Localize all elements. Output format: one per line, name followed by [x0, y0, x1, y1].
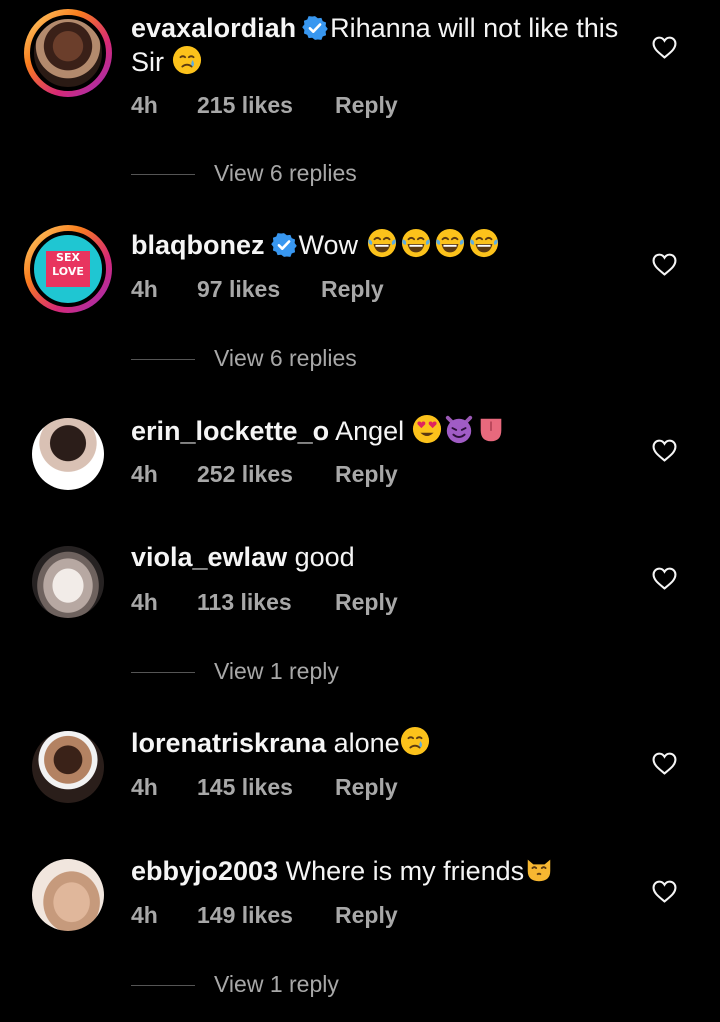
tears-of-joy-emoji-icon: [434, 228, 466, 258]
like-heart-icon[interactable]: [652, 253, 677, 276]
tears-of-joy-emoji-icon: [468, 228, 500, 258]
username[interactable]: erin_lockette_o: [131, 416, 329, 446]
comment-text: Wow: [298, 230, 359, 260]
username[interactable]: lorenatriskrana: [131, 728, 326, 758]
username[interactable]: blaqbonez: [131, 230, 265, 260]
like-heart-icon[interactable]: [652, 36, 677, 59]
smiling-devil-emoji-icon: [444, 414, 474, 444]
verified-badge-icon: [271, 232, 297, 258]
reply-button[interactable]: Reply: [335, 774, 398, 801]
verified-badge-icon: [302, 15, 328, 41]
reply-button[interactable]: Reply: [335, 902, 398, 929]
timestamp: 4h: [131, 902, 158, 928]
likes-count[interactable]: 97 likes: [197, 276, 280, 303]
comment-text: Where is my friends: [285, 856, 525, 886]
likes-count[interactable]: 113 likes: [197, 589, 292, 616]
comment-body: viola_ewlaw good: [131, 541, 640, 574]
comment-body: erin_lockette_o Angel: [131, 414, 640, 448]
divider: [131, 985, 195, 986]
username[interactable]: evaxalordiah: [131, 13, 296, 43]
kissing-cat-emoji-icon: [524, 854, 554, 884]
timestamp: 4h: [131, 276, 158, 302]
comment-body: lorenatriskrana alone: [131, 726, 640, 760]
reply-button[interactable]: Reply: [335, 589, 398, 616]
tears-of-joy-emoji-icon: [400, 228, 432, 258]
like-heart-icon[interactable]: [652, 752, 677, 775]
avatar-image: [30, 15, 106, 91]
avatar[interactable]: [32, 546, 104, 618]
comment-body: blaqbonez Wow: [131, 228, 640, 262]
likes-count[interactable]: 149 likes: [197, 902, 293, 929]
divider: [131, 672, 195, 673]
view-replies-button[interactable]: View 6 replies: [131, 160, 391, 190]
avatar-image: SEX LOVE: [30, 231, 106, 307]
comment-body: evaxalordiah Rihanna will not like this S…: [131, 12, 640, 79]
avatar-logo-text-2: LOVE: [52, 265, 84, 278]
likes-count[interactable]: 252 likes: [197, 461, 293, 488]
reply-button[interactable]: Reply: [335, 461, 398, 488]
comment-text: Angel: [335, 416, 405, 446]
divider: [131, 174, 195, 175]
view-replies-button[interactable]: View 1 reply: [131, 658, 371, 688]
likes-count[interactable]: 215 likes: [197, 92, 293, 119]
timestamp: 4h: [131, 774, 158, 800]
heart-eyes-emoji-icon: [412, 414, 442, 444]
avatar[interactable]: [24, 9, 112, 97]
avatar-logo: SEX LOVE: [46, 251, 90, 287]
likes-count[interactable]: 145 likes: [197, 774, 293, 801]
timestamp: 4h: [131, 589, 158, 615]
comment-text: good: [294, 542, 355, 572]
reply-button[interactable]: Reply: [321, 276, 384, 303]
avatar[interactable]: [32, 859, 104, 931]
comment-body: ebbyjo2003 Where is my friends: [131, 854, 640, 888]
username[interactable]: viola_ewlaw: [131, 542, 287, 572]
view-replies-label: View 6 replies: [214, 345, 357, 371]
view-replies-label: View 6 replies: [214, 160, 357, 186]
like-heart-icon[interactable]: [652, 880, 677, 903]
avatar[interactable]: [32, 418, 104, 490]
view-replies-label: View 1 reply: [214, 658, 339, 684]
reply-button[interactable]: Reply: [335, 92, 398, 119]
crying-face-emoji-icon: [400, 726, 430, 756]
timestamp: 4h: [131, 92, 158, 118]
username[interactable]: ebbyjo2003: [131, 856, 278, 886]
avatar-logo-text-1: SEX: [56, 251, 80, 264]
avatar[interactable]: [32, 731, 104, 803]
like-heart-icon[interactable]: [652, 439, 677, 462]
timestamp: 4h: [131, 461, 158, 487]
avatar[interactable]: SEX LOVE: [24, 225, 112, 313]
tears-of-joy-emoji-icon: [366, 228, 398, 258]
tongue-emoji-icon: [476, 414, 506, 444]
view-replies-button[interactable]: View 1 reply: [131, 971, 371, 1001]
like-heart-icon[interactable]: [652, 567, 677, 590]
comment-text: alone: [333, 728, 400, 758]
crying-face-emoji-icon: [172, 45, 202, 75]
view-replies-label: View 1 reply: [214, 971, 339, 997]
view-replies-button[interactable]: View 6 replies: [131, 345, 391, 375]
divider: [131, 359, 195, 360]
